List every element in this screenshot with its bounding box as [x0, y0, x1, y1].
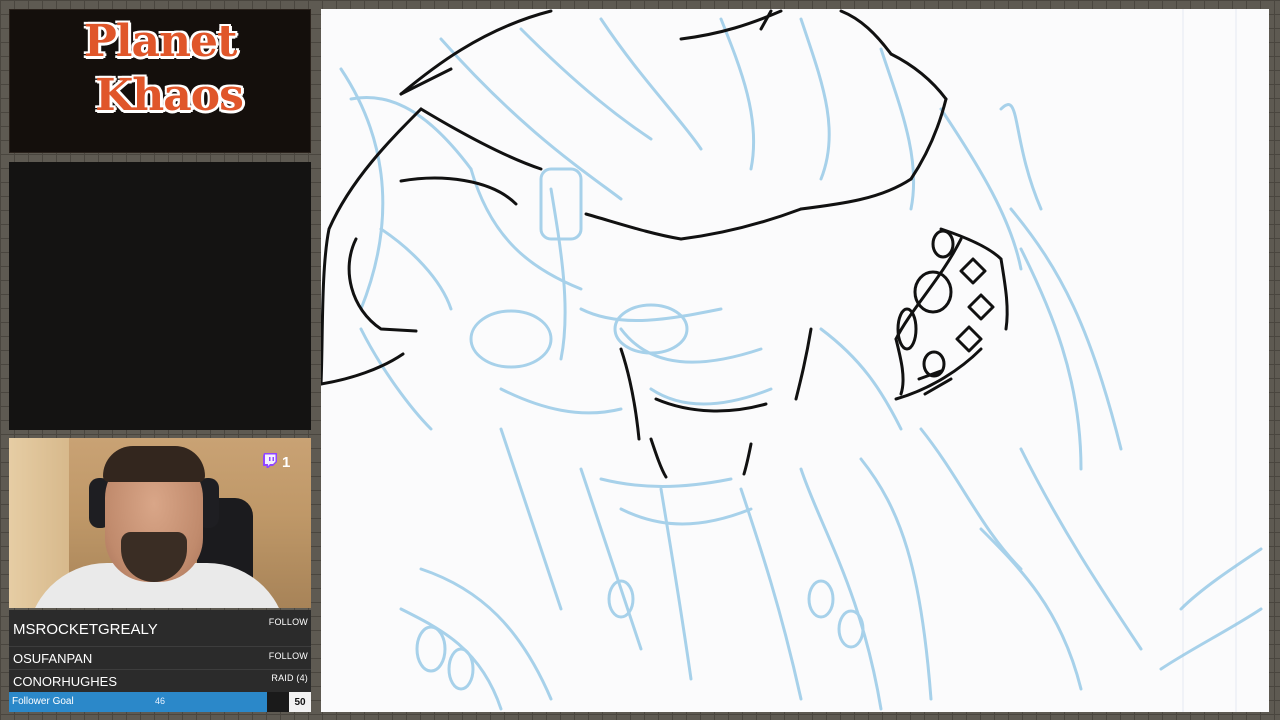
- event-user-name: CONORHUGHES: [13, 674, 118, 689]
- event-action: FOLLOW: [268, 651, 308, 661]
- twitch-icon: [262, 452, 278, 472]
- logo-text: Planet Khaos: [9, 15, 311, 123]
- viewer-count-badge: 1: [262, 452, 290, 472]
- goal-current-count: 46: [155, 696, 166, 706]
- event-user-name: OSUFANPAN: [13, 651, 93, 666]
- goal-label: Follower Goal: [12, 696, 74, 707]
- drawing-canvas[interactable]: [321, 9, 1269, 712]
- event-action: FOLLOW: [268, 617, 308, 627]
- sketch-artwork: [321, 9, 1263, 712]
- empty-overlay-panel: [9, 162, 311, 430]
- channel-logo: Planet Khaos: [9, 9, 311, 153]
- logo-line-2: Khaos: [95, 70, 244, 121]
- event-action: RAID (4): [271, 673, 308, 683]
- event-row: MSROCKETGREALY FOLLOW: [9, 610, 311, 647]
- viewer-count: 1: [282, 453, 291, 471]
- goal-target-count: 50: [294, 696, 306, 708]
- event-user-name: MSROCKETGREALY: [13, 621, 158, 638]
- recent-events-panel: MSROCKETGREALY FOLLOW OSUFANPAN FOLLOW C…: [9, 610, 311, 712]
- webcam-streamer-hair: [103, 446, 205, 482]
- goal-target: 50: [289, 692, 311, 712]
- event-row: CONORHUGHES RAID (4): [9, 670, 311, 693]
- follower-goal-bar: Follower Goal 46 50: [9, 692, 311, 712]
- logo-line-1: Planet: [83, 16, 238, 67]
- event-row: OSUFANPAN FOLLOW: [9, 647, 311, 670]
